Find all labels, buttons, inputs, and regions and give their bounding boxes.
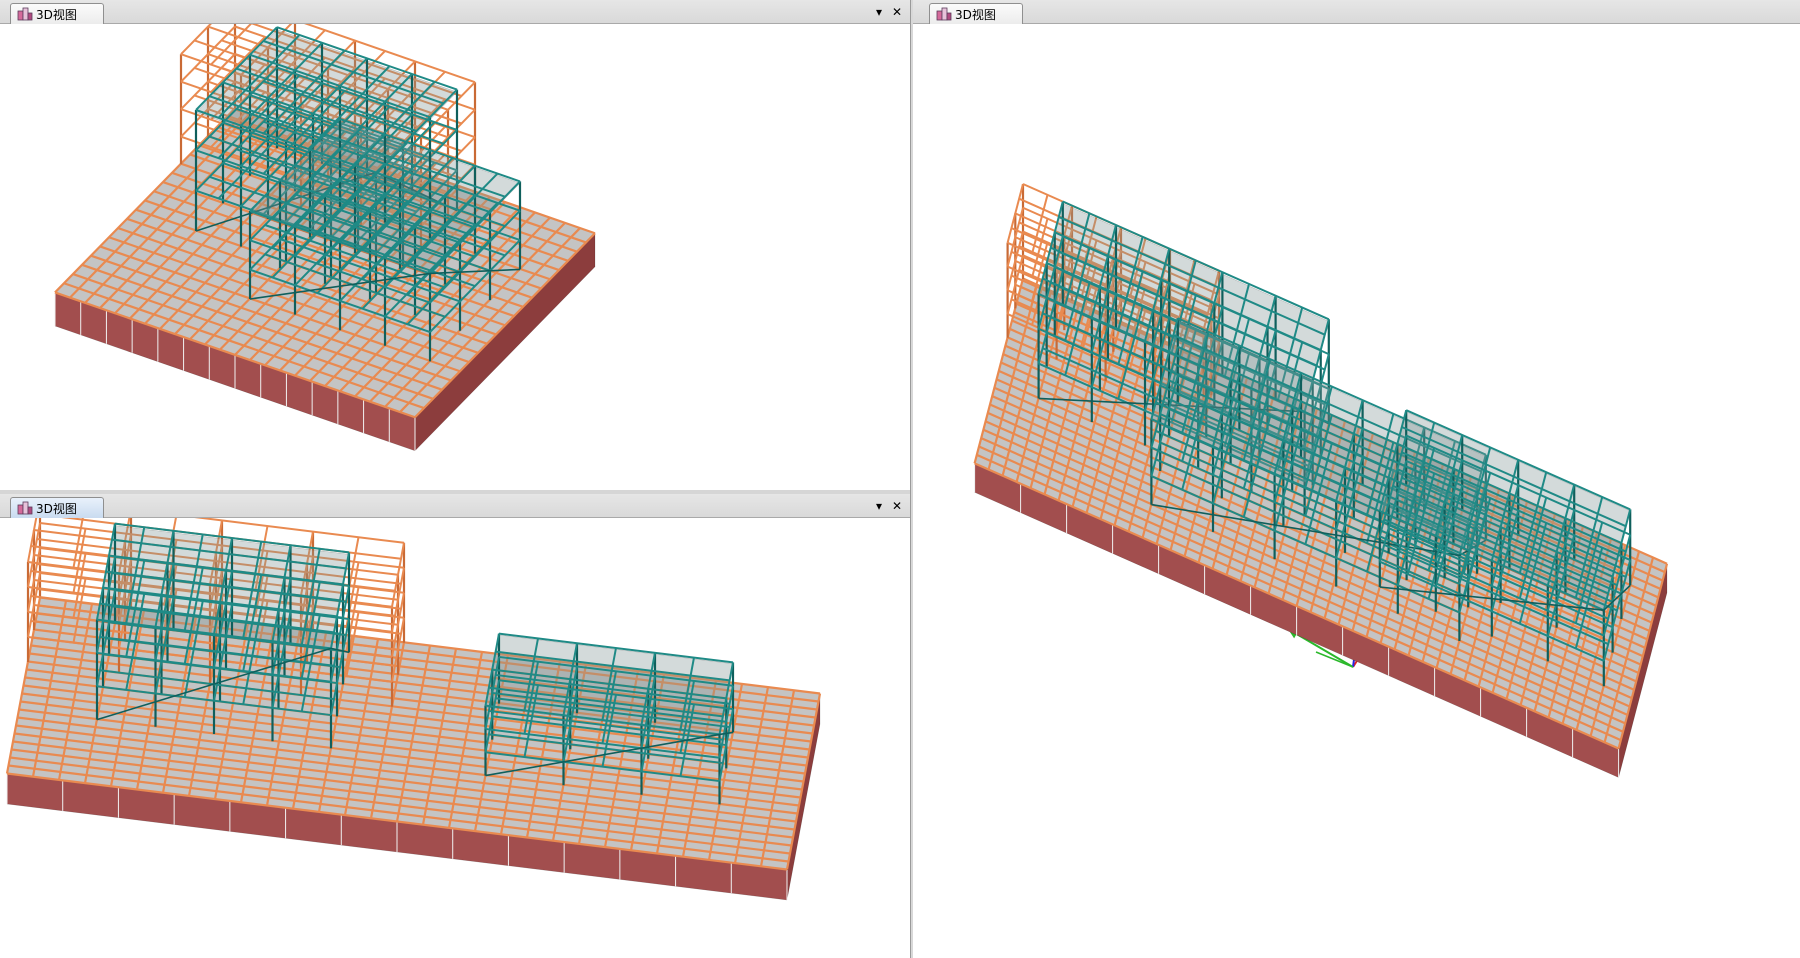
- tab-label: 3D视图: [955, 7, 996, 22]
- 3d-model-viewport[interactable]: [0, 518, 910, 958]
- pane-menu-dropdown-icon[interactable]: ▾: [872, 498, 886, 514]
- 3d-view-icon: [17, 501, 33, 515]
- structural-model-render: [5, 518, 822, 901]
- pane-tabbar: 3D视图 ▾ ✕: [0, 0, 910, 24]
- 3d-model-viewport[interactable]: [913, 24, 1800, 958]
- tab-3d-view[interactable]: 3D视图: [10, 3, 104, 24]
- structural-model-render: [973, 183, 1669, 778]
- pane-tabbar: 3D视图 ▾ ✕: [0, 494, 910, 518]
- tab-3d-view[interactable]: 3D视图: [10, 497, 104, 518]
- pane-menu-dropdown-icon[interactable]: ▾: [872, 4, 886, 20]
- viewport-pane-bottom-left: 3D视图 ▾ ✕: [0, 494, 910, 958]
- 3d-view-icon: [936, 7, 952, 21]
- tab-3d-view[interactable]: 3D视图: [929, 3, 1023, 24]
- pane-tabbar: 3D视图: [913, 0, 1800, 24]
- viewport-pane-right: 3D视图: [913, 0, 1800, 958]
- tab-label: 3D视图: [36, 7, 77, 22]
- 3d-view-icon: [17, 7, 33, 21]
- tab-label: 3D视图: [36, 501, 77, 516]
- 3d-model-viewport[interactable]: [0, 24, 910, 490]
- viewport-pane-top-left: 3D视图 ▾ ✕: [0, 0, 910, 490]
- pane-close-icon[interactable]: ✕: [890, 498, 904, 514]
- pane-close-icon[interactable]: ✕: [890, 4, 904, 20]
- structural-model-render: [54, 24, 596, 452]
